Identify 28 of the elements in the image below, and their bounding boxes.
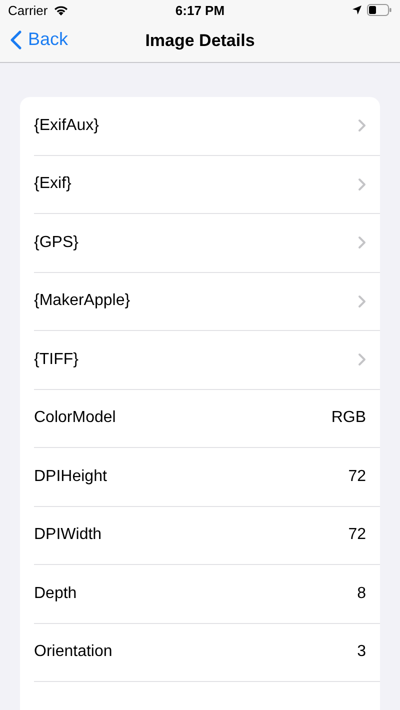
status-time: 6:17 PM: [175, 2, 225, 18]
detail-value: 3: [357, 643, 366, 662]
chevron-right-icon: [358, 236, 366, 250]
detail-row: DPIHeight 72: [34, 448, 380, 506]
disclosure-row[interactable]: {GPS}: [34, 214, 380, 272]
disclosure-row[interactable]: {MakerApple}: [34, 272, 380, 331]
disclosure-row[interactable]: {Exif}: [34, 156, 380, 214]
detail-value: 72: [348, 526, 366, 544]
detail-row: Depth 8: [34, 565, 380, 624]
detail-row: ColorModel RGB: [34, 390, 380, 448]
wifi-icon: [52, 4, 69, 16]
chevron-right-icon: [358, 119, 366, 132]
disclosure-row[interactable]: {ExifAux}: [34, 97, 380, 156]
battery-icon: [366, 4, 392, 16]
detail-value: RGB: [331, 409, 366, 428]
chevron-right-icon: [358, 294, 366, 308]
detail-row: DPIWidth 72: [34, 506, 380, 565]
chevron-left-icon: [10, 30, 22, 50]
chevron-right-icon: [358, 353, 366, 366]
back-button[interactable]: Back: [10, 29, 68, 50]
carrier-label: Carrier: [8, 2, 48, 18]
detail-value: 8: [357, 584, 366, 603]
chevron-right-icon: [358, 178, 366, 191]
detail-row: Orientation 3: [34, 624, 380, 682]
location-arrow-icon: [352, 5, 362, 15]
detail-value: 72: [348, 468, 366, 486]
screen-title: Image Details: [145, 31, 255, 51]
disclosure-row[interactable]: {TIFF}: [34, 331, 380, 390]
